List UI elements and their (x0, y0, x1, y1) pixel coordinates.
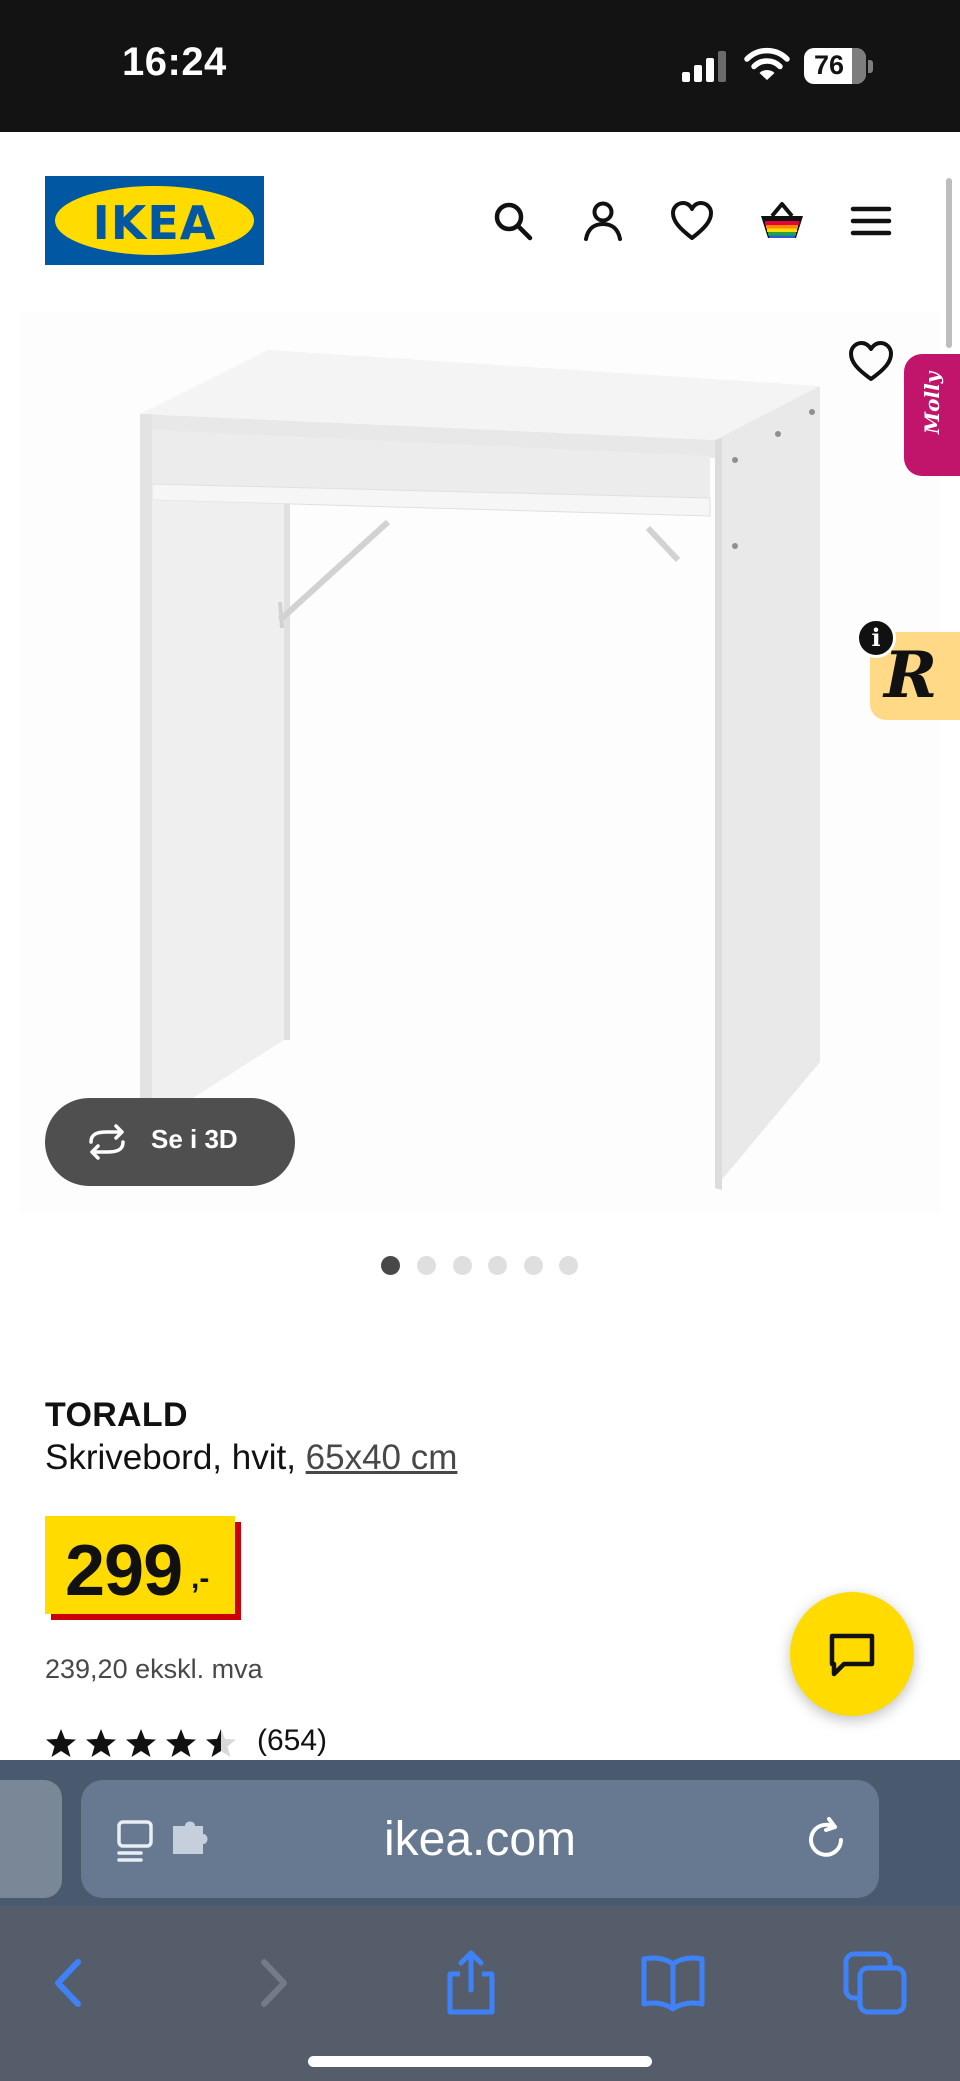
bookmarks-icon[interactable] (638, 1950, 708, 2016)
carousel-dots (0, 1256, 960, 1278)
browser-address-area: ikea.com (0, 1760, 960, 1906)
star-full-icon (86, 1729, 116, 1757)
view-3d-label: Se i 3D (151, 1124, 238, 1154)
basket-icon[interactable] (758, 198, 806, 244)
view-3d-button[interactable]: Se i 3D (45, 1098, 295, 1186)
status-bar: 16:24 76 (0, 0, 960, 132)
chat-bubble-icon (829, 1633, 875, 1677)
product-image-desk (140, 350, 820, 1190)
product-size-link[interactable]: 65x40 cm (306, 1438, 458, 1477)
status-time: 16:24 (122, 40, 227, 84)
logo-text: IKEA (92, 196, 217, 250)
price-value: 299 (65, 1531, 183, 1611)
star-full-icon (126, 1729, 156, 1757)
url-text: ikea.com (383, 1813, 577, 1866)
tabs-icon[interactable] (840, 1950, 910, 2016)
carousel-dot[interactable] (488, 1256, 507, 1275)
carousel-dot[interactable] (524, 1256, 543, 1275)
star-half-icon (206, 1729, 236, 1757)
product-description-text: Skrivebord, hvit, (45, 1438, 306, 1477)
price-excl-vat: 239,20 ekskl. mva (45, 1654, 263, 1684)
menu-icon[interactable] (848, 198, 894, 244)
carousel-dot[interactable] (417, 1256, 436, 1275)
search-icon[interactable] (490, 198, 536, 244)
reload-icon[interactable] (803, 1816, 849, 1862)
wifi-icon (744, 47, 790, 80)
carousel-dot[interactable] (559, 1256, 578, 1275)
battery-level: 76 (813, 50, 845, 80)
forward-icon[interactable] (236, 1950, 306, 2016)
address-bar[interactable]: ikea.com (81, 1780, 879, 1898)
home-indicator (308, 2056, 652, 2067)
rotate-3d-icon (89, 1124, 125, 1160)
price-tag: 299 ,- (45, 1516, 241, 1620)
battery-icon: 76 (804, 48, 874, 84)
product-gallery[interactable]: Molly R i Se i 3D (0, 312, 960, 1212)
browser-toolbar: ikea.com (0, 1760, 960, 2081)
site-header: IKEA (0, 132, 960, 348)
ikea-logo[interactable]: IKEA (45, 176, 264, 265)
carousel-dot[interactable] (453, 1256, 472, 1275)
star-full-icon (166, 1729, 196, 1757)
heart-icon[interactable] (669, 198, 715, 244)
back-icon[interactable] (36, 1950, 106, 2016)
favorite-heart-icon[interactable] (846, 338, 896, 384)
browser-nav-row (0, 1906, 960, 2081)
review-count[interactable]: (654) (257, 1724, 327, 1758)
previous-tab-preview[interactable] (0, 1780, 62, 1898)
carousel-dot[interactable] (381, 1256, 400, 1275)
product-name: TORALD (45, 1396, 188, 1434)
chat-button[interactable] (790, 1592, 914, 1716)
molly-widget-tab[interactable]: Molly (904, 354, 960, 476)
product-description: Skrivebord, hvit, 65x40 cm (45, 1438, 457, 1478)
account-icon[interactable] (580, 198, 626, 244)
share-icon[interactable] (436, 1950, 506, 2016)
info-icon[interactable]: i (856, 618, 896, 658)
molly-label: Molly (920, 371, 944, 434)
star-full-icon (46, 1729, 76, 1757)
cellular-signal-icon (682, 51, 726, 82)
price-suffix: ,- (191, 1562, 210, 1595)
